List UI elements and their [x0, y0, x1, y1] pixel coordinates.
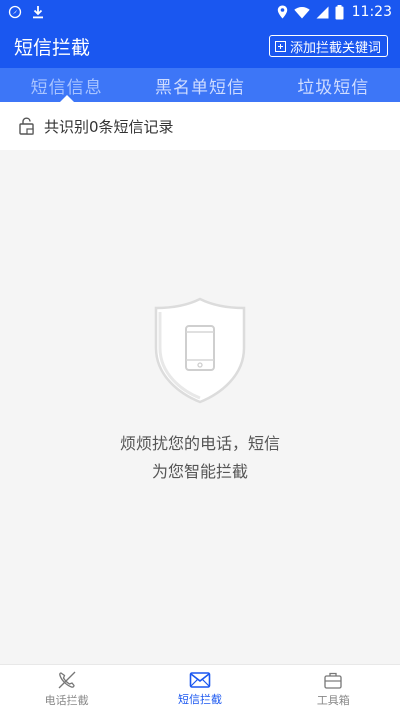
nav-toolbox[interactable]: 工具箱	[267, 665, 400, 712]
tab-bar: 短信信息 黑名单短信 垃圾短信	[0, 68, 400, 102]
tab-blacklist-sms[interactable]: 黑名单短信	[133, 68, 266, 102]
tab-label: 短信信息	[30, 77, 103, 98]
page-title: 短信拦截	[14, 36, 91, 59]
battery-icon	[335, 4, 344, 19]
status-bar: 11:23	[0, 0, 400, 24]
wifi-icon	[293, 6, 310, 18]
tab-active-indicator	[59, 95, 74, 102]
status-right: 11:23	[277, 4, 392, 20]
phone-blocked-icon	[58, 671, 76, 688]
tab-sms-messages[interactable]: 短信信息	[0, 68, 133, 102]
nav-label: 短信拦截	[177, 692, 222, 706]
nav-sms-blocking[interactable]: 短信拦截	[133, 665, 266, 712]
bottom-navigation: 电话拦截 短信拦截 工具箱	[0, 664, 400, 712]
shield-phone-icon	[154, 297, 246, 404]
nav-call-blocking[interactable]: 电话拦截	[0, 665, 133, 712]
record-count-text: 共识别0条短信记录	[44, 117, 174, 136]
empty-state: 烦烦扰您的电话，短信 为您智能拦截	[0, 150, 400, 664]
add-keyword-button[interactable]: 添加拦截关键词	[268, 35, 388, 57]
download-icon	[33, 6, 43, 19]
envelope-icon	[189, 671, 211, 688]
navigation-icon	[8, 5, 22, 19]
signal-icon	[316, 6, 329, 18]
lock-icon	[19, 117, 34, 135]
tab-label: 垃圾短信	[297, 77, 370, 98]
toolbox-icon	[324, 672, 342, 689]
plus-square-icon	[274, 40, 286, 52]
location-icon	[277, 5, 287, 19]
tab-label: 黑名单短信	[154, 77, 245, 98]
empty-state-line1: 烦烦扰您的电话，短信	[119, 434, 280, 453]
nav-label: 电话拦截	[44, 693, 89, 707]
empty-state-line2: 为您智能拦截	[151, 462, 248, 481]
nav-label: 工具箱	[316, 693, 350, 707]
status-time: 11:23	[351, 4, 392, 20]
status-left	[8, 5, 44, 19]
tab-spam-sms[interactable]: 垃圾短信	[267, 68, 400, 102]
record-count-row: 共识别0条短信记录	[0, 102, 400, 150]
add-keyword-label: 添加拦截关键词	[289, 39, 381, 55]
empty-state-text: 烦烦扰您的电话，短信 为您智能拦截	[0, 430, 400, 486]
app-bar: 短信拦截 添加拦截关键词	[0, 24, 400, 68]
